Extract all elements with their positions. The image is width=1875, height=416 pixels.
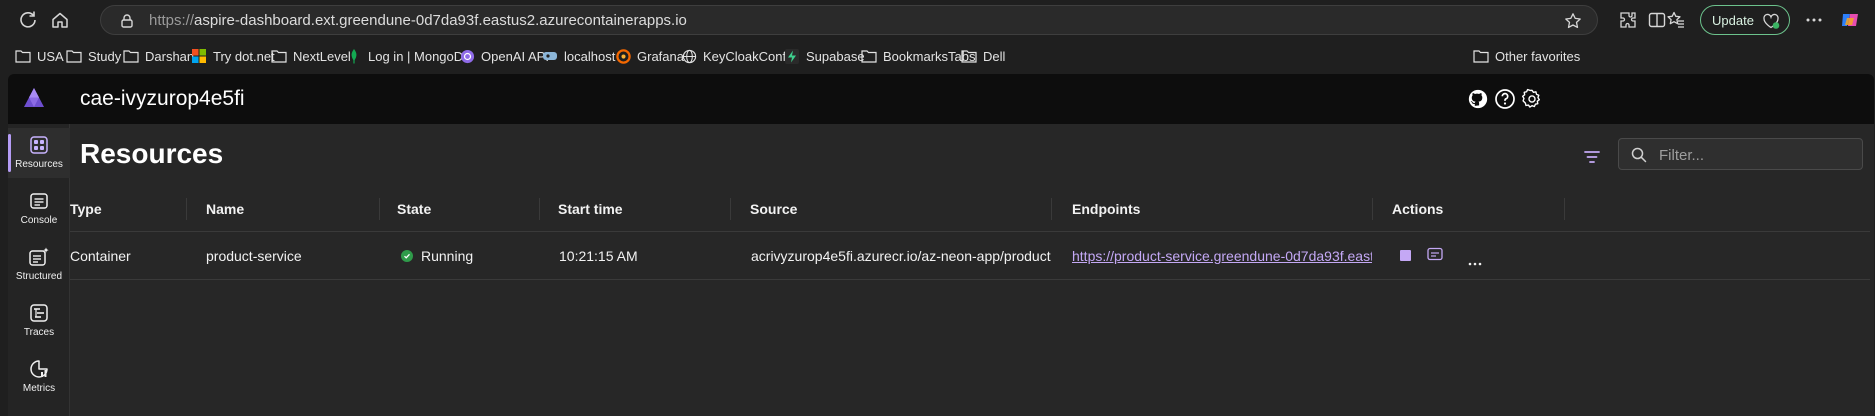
console-icon [27,190,51,212]
side-navigation: Resources Console Structured Traces Metr… [8,124,70,416]
nav-item-metrics[interactable]: Metrics [8,352,70,402]
table-row: Container product-service Running 10:21:… [70,232,1870,280]
folder-icon [861,48,877,64]
bookmark-try-dotnet[interactable]: Try dot.net [191,47,275,65]
column-divider[interactable] [186,198,187,220]
bookmark-dell[interactable]: Dell [961,47,1005,65]
column-divider[interactable] [1051,198,1052,220]
app-header: cae-ivyzurop4e5fi [8,74,1874,124]
lock-icon[interactable] [115,9,139,33]
stop-button[interactable] [1400,250,1411,261]
metrics-icon [27,358,51,380]
cell-state: Running [401,232,541,279]
endpoint-link[interactable]: https://product-service.greendune-0d7da9… [1072,248,1372,264]
bookmark-usa[interactable]: USA [15,47,64,65]
column-divider[interactable] [1564,198,1565,220]
column-header-type[interactable]: Type [70,186,190,231]
home-icon[interactable] [48,8,72,32]
nav-item-traces[interactable]: Traces [8,296,70,346]
mongodb-icon [346,48,362,64]
bookmark-openai-api[interactable]: OpenAI API [459,47,549,65]
table-header-row: Type Name State Start time Source Endpoi… [70,186,1870,232]
bookmark-bookmarkstabs[interactable]: BookmarksTabs [861,47,975,65]
cell-type: Container [70,247,131,264]
main-content: Resources Type Name State Start time Sou… [70,124,1874,416]
help-icon[interactable] [1493,87,1517,111]
cell-source: acrivyzurop4e5fi.azurecr.io/az-neon-app/… [751,247,1051,264]
nav-item-resources[interactable]: Resources [8,128,70,178]
microsoft-icon [191,48,207,64]
folder-icon [1473,48,1489,64]
page-title: Resources [80,138,224,169]
grafana-icon [615,48,631,64]
bookmark-grafana[interactable]: Grafana [615,47,684,65]
console-logs-icon[interactable] [1427,247,1443,264]
bookmark-localhost[interactable]: localhost [542,47,615,65]
openai-icon [459,48,475,64]
traces-icon [27,302,51,324]
address-bar[interactable]: https://aspire-dashboard.ext.greendune-0… [100,5,1598,35]
filter-search-box[interactable] [1618,138,1863,170]
bookmarks-bar: USA Study Darshan Try dot.net NextLevel … [0,40,1875,72]
folder-icon [271,48,287,64]
aspire-logo-icon[interactable] [21,85,47,111]
folder-icon [66,48,82,64]
cell-endpoint: https://product-service.greendune-0d7da9… [1072,232,1372,279]
nav-item-structured[interactable]: Structured [8,240,70,290]
url-text: https://aspire-dashboard.ext.greendune-0… [149,12,687,29]
github-icon[interactable] [1466,87,1490,111]
cell-start-time: 10:21:15 AM [559,247,638,264]
browser-toolbar: https://aspire-dashboard.ext.greendune-0… [0,0,1875,40]
favorite-star-icon[interactable] [1561,9,1585,33]
folder-icon [123,48,139,64]
bookmark-keycloakconfig[interactable]: KeyCloakConfig [681,47,796,65]
column-divider[interactable] [730,198,731,220]
bookmark-mongodb[interactable]: Log in | MongoDB [346,47,472,65]
column-header-start-time[interactable]: Start time [558,186,718,231]
column-header-actions[interactable]: Actions [1392,186,1512,231]
localhost-icon [542,48,558,64]
grid-icon [27,134,51,156]
heart-update-icon [1759,9,1783,33]
column-header-source[interactable]: Source [750,186,1050,231]
settings-gear-icon[interactable] [1520,87,1544,111]
filter-input[interactable] [1659,145,1854,165]
bookmark-supabase[interactable]: Supabase [784,47,865,65]
copilot-icon[interactable] [1838,8,1862,32]
globe-icon [681,48,697,64]
bookmark-nextlevel[interactable]: NextLevel [271,47,351,65]
refresh-icon[interactable] [16,8,40,32]
state-label: Running [421,247,474,264]
bookmark-study[interactable]: Study [66,47,121,65]
column-divider[interactable] [379,198,380,220]
column-header-state[interactable]: State [397,186,537,231]
app-title: cae-ivyzurop4e5fi [80,87,245,110]
running-status-icon [401,249,413,262]
more-menu-icon[interactable] [1802,8,1826,32]
more-actions-icon[interactable] [1468,253,1482,269]
extensions-icon[interactable] [1616,8,1640,32]
structured-icon [27,246,51,268]
folder-icon [15,48,31,64]
nav-item-console[interactable]: Console [8,184,70,234]
aspire-dashboard: cae-ivyzurop4e5fi Resources Console Stru… [8,74,1874,416]
favorites-icon[interactable] [1664,8,1688,32]
cell-name: product-service [206,247,302,264]
update-button[interactable]: Update [1700,5,1790,35]
column-header-endpoints[interactable]: Endpoints [1072,186,1372,231]
column-divider[interactable] [539,198,540,220]
column-header-name[interactable]: Name [206,186,366,231]
cell-actions [1392,232,1532,279]
filter-options-icon[interactable] [1582,147,1602,167]
bookmark-darshan[interactable]: Darshan [123,47,194,65]
bookmark-other-favorites[interactable]: Other favorites [1473,47,1580,65]
search-icon [1631,147,1647,168]
supabase-icon [784,48,800,64]
folder-icon [961,48,977,64]
column-divider[interactable] [1372,198,1373,220]
